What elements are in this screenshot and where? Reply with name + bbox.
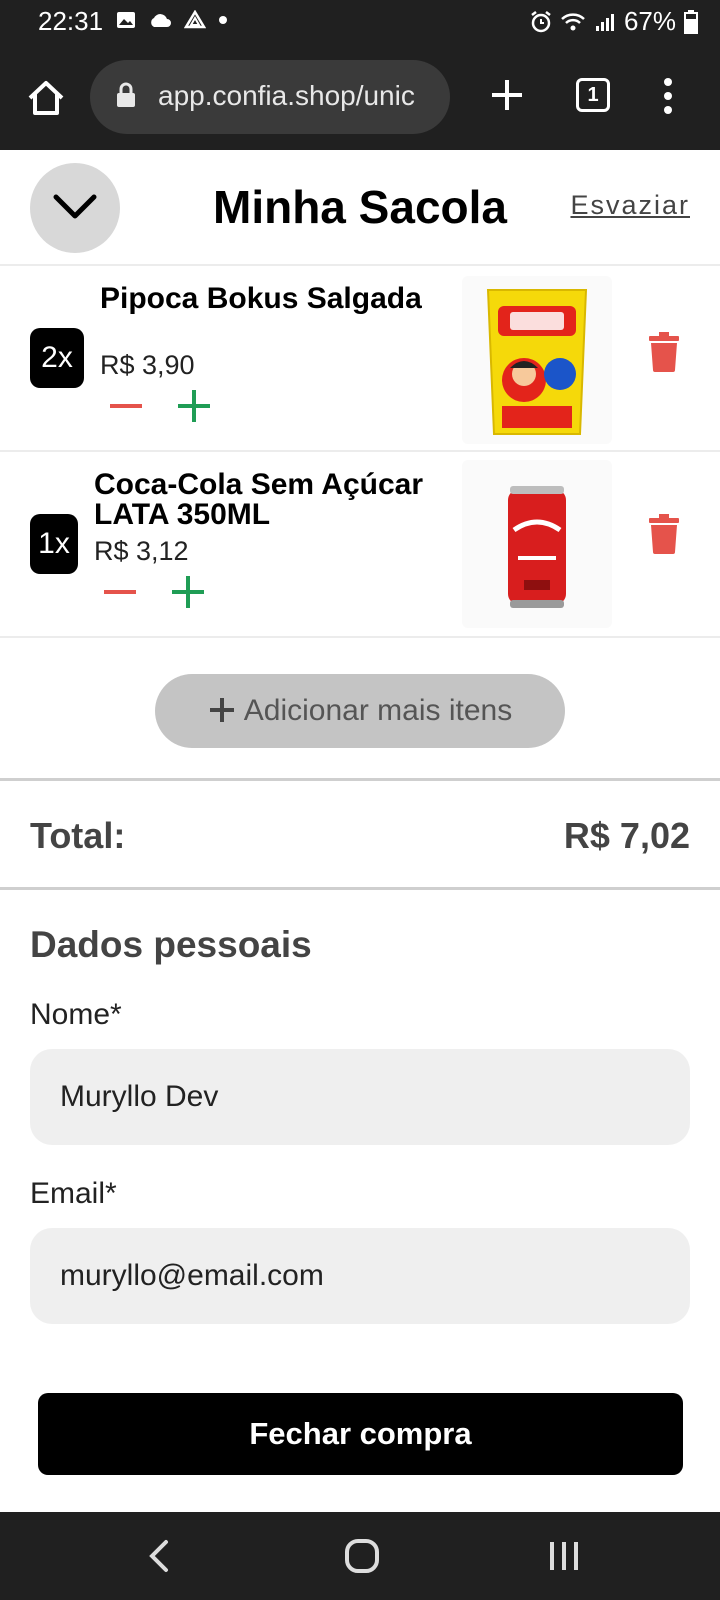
dot-icon — [219, 16, 227, 24]
drive-icon — [184, 10, 206, 29]
trash-icon[interactable] — [648, 514, 680, 554]
battery-percent: 67% — [623, 6, 676, 36]
system-nav-bar — [0, 1512, 720, 1600]
total-label: Total: — [30, 815, 126, 856]
minus-icon[interactable] — [102, 574, 138, 610]
alarm-icon — [531, 10, 551, 32]
item-price: R$ 3,90 — [100, 350, 195, 380]
cart-item: 2x Pipoca Bokus Salgada R$ 3,90 — [0, 268, 720, 452]
name-field[interactable] — [30, 1049, 690, 1145]
new-tab-icon[interactable] — [490, 78, 524, 112]
status-time: 22:31 — [38, 6, 104, 36]
personal-data-title: Dados pessoais — [30, 924, 312, 965]
home-nav-icon[interactable] — [342, 1536, 382, 1576]
item-price: R$ 3,12 — [94, 536, 189, 566]
item-name: Pipoca Bokus Salgada — [100, 282, 422, 315]
popcorn-bag-image — [462, 276, 612, 444]
email-field[interactable] — [30, 1228, 690, 1324]
browser-toolbar: app.confia.shop/unic 1 — [0, 44, 720, 150]
email-label: Email* — [30, 1177, 117, 1210]
soda-can-image — [462, 460, 612, 628]
minus-icon[interactable] — [108, 388, 144, 424]
notification-icons — [116, 10, 228, 30]
gallery-icon — [117, 12, 135, 28]
tab-switcher-button[interactable]: 1 — [576, 78, 610, 112]
name-label: Nome* — [30, 998, 122, 1031]
status-right: 67% — [530, 6, 698, 37]
recents-icon[interactable] — [544, 1536, 584, 1576]
plus-icon — [209, 698, 234, 723]
empty-bag-link[interactable]: Esvaziar — [570, 190, 690, 221]
plus-icon[interactable] — [170, 574, 206, 610]
total-row: Total: R$ 7,02 — [0, 778, 720, 890]
add-more-label: Adicionar mais itens — [243, 694, 513, 727]
total-value: R$ 7,02 — [563, 815, 690, 856]
quantity-badge: 1x — [30, 514, 78, 574]
cloud-icon — [151, 14, 171, 27]
add-more-items-button[interactable]: Adicionar mais itens — [155, 674, 565, 748]
url-text: app.confia.shop/unic — [158, 80, 415, 111]
signal-icon — [595, 13, 614, 31]
wifi-icon — [561, 12, 585, 30]
plus-icon[interactable] — [176, 388, 212, 424]
cart-item: 1x Coca-Cola Sem Açúcar LATA 350ML R$ 3,… — [0, 454, 720, 638]
status-bar: 22:31 67% — [0, 0, 720, 44]
trash-icon[interactable] — [648, 332, 680, 372]
checkout-button[interactable]: Fechar compra — [38, 1393, 683, 1475]
quantity-badge: 2x — [30, 328, 84, 388]
item-name: Coca-Cola Sem Açúcar LATA 350ML — [94, 468, 424, 531]
lock-icon — [117, 82, 135, 107]
home-icon[interactable] — [26, 78, 66, 118]
battery-icon — [684, 9, 698, 34]
url-bar[interactable]: app.confia.shop/unic — [90, 60, 450, 134]
back-icon[interactable] — [140, 1536, 180, 1576]
more-menu-icon[interactable] — [660, 76, 676, 116]
bag-header: Minha Sacola Esvaziar — [0, 150, 720, 266]
